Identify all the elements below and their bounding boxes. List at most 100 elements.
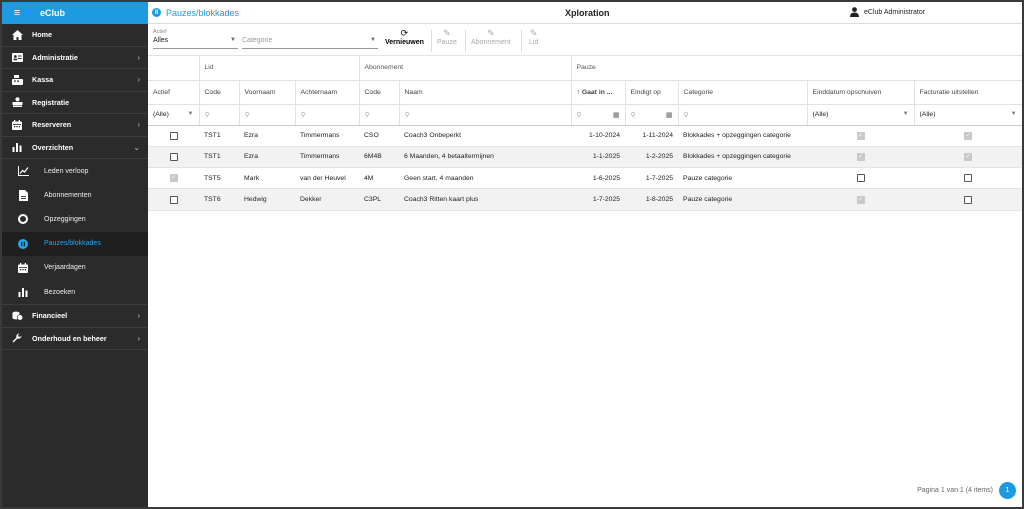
cell-facturatie[interactable] [914,188,1022,211]
submenu-item-verjaardagen[interactable]: Verjaardagen [2,256,148,280]
calendar-icon[interactable]: ▦ [613,111,620,119]
sidebar-item-home[interactable]: Home [2,24,148,47]
cell-facturatie[interactable]: ✓ [914,125,1022,147]
toolbar-divider [431,30,432,52]
col-header-abo-code[interactable]: Code [359,80,400,105]
filter-facturatie-value: (Alle) [919,111,936,118]
calendar-icon [2,262,44,273]
cell-actief[interactable] [148,125,199,147]
cell-naam: Geen start, 4 maanden [399,167,572,190]
filter-facturatie[interactable]: (Alle) ▼ [914,104,1022,126]
table-row[interactable]: TST1 Ezra Timmermans CSO Coach3 Onbeperkt 1-1… [148,125,1022,147]
edit-abonnement-button[interactable]: ✎ Abonnement [471,28,511,46]
pager: Pagina 1 van 1 (4 items) 1 [917,482,1016,499]
chevron-right-icon: › [137,120,140,130]
checkbox[interactable] [169,195,178,204]
filter-naam[interactable]: ⚲ [399,104,572,126]
checkbox[interactable]: ✓ [856,195,865,204]
table-row[interactable]: TST6 Hedwig Dekker C3PL Coach3 Ritten kaart … [148,188,1022,211]
col-header-achternaam[interactable]: Achternaam [295,80,360,105]
cell-actief[interactable] [148,188,199,211]
checkbox[interactable] [964,174,973,183]
submenu-item-bezoeken[interactable]: Bezoeken [2,280,148,304]
cell-voornaam: Ezra [239,125,295,147]
page-button[interactable]: 1 [999,482,1016,499]
sidebar-item-financieel[interactable]: Financieel › [2,305,148,328]
col-header-voornaam[interactable]: Voornaam [239,80,296,105]
table-row[interactable]: ✓ TST5 Mark van der Heuvel 4M Geen start, 4 m… [148,167,1022,190]
breadcrumb[interactable]: II Pauzes/blokkades [148,8,239,18]
cell-einddatum[interactable]: ✓ [807,146,915,169]
hamburger-menu-icon[interactable]: ≡ [2,7,32,19]
col-header-gaat-in[interactable]: ↑ Gaat in ... [571,80,626,105]
categorie-select[interactable]: Categorie ▼ [242,29,378,49]
cell-facturatie[interactable] [914,167,1022,190]
col-header-categorie[interactable]: Categorie [678,80,808,105]
checkbox[interactable] [856,174,865,183]
cell-facturatie[interactable]: ✓ [914,146,1022,169]
cell-actief[interactable]: ✓ [148,167,199,190]
refresh-button[interactable]: ⟳ Vernieuwen [385,28,424,46]
filter-voornaam[interactable]: ⚲ [239,104,296,126]
checkbox[interactable]: ✓ [856,131,865,140]
checkbox[interactable] [169,131,178,140]
edit-pause-button[interactable]: ✎ Pauze [437,28,457,46]
filter-actief[interactable]: (Alle) ▼ [148,104,200,126]
sidebar-item-administratie[interactable]: Administratie › [2,47,148,69]
col-header-naam[interactable]: Naam [399,80,572,105]
filter-eindigt-op[interactable]: ⚲ ▦ [625,104,679,126]
edit-abonnement-label: Abonnement [471,39,511,46]
search-icon: ⚲ [204,111,210,119]
col-header-code[interactable]: Code [199,80,240,105]
actief-select[interactable]: Actief Alles ▼ [153,29,238,49]
filter-achternaam[interactable]: ⚲ [295,104,360,126]
col-header-einddatum[interactable]: Einddatum opschuiven [807,80,915,105]
col-header-eindigt-op[interactable]: Eindigt op [625,80,679,105]
sidebar-item-onderhoud-en-beheer[interactable]: Onderhoud en beheer › [2,328,148,351]
filter-gaat-in[interactable]: ⚲ ▦ [571,104,626,126]
chevron-right-icon: › [137,75,140,85]
submenu-item-pauzes-blokkades[interactable]: Pauzes/blokkades [2,231,148,256]
table-row[interactable]: TST1 Ezra Timmermans 6M4B 6 Maanden, 4 betaa… [148,146,1022,169]
submenu-item-abonnementen[interactable]: Abonnementen [2,183,148,207]
sidebar-item-kassa[interactable]: Kassa › [2,69,148,92]
cell-einddatum[interactable]: ✓ [807,125,915,147]
cell-gaat-in: 1-10-2024 [571,125,626,147]
submenu-item-opzeggingen[interactable]: Opzeggingen [2,207,148,231]
breadcrumb-label: Pauzes/blokkades [166,7,240,18]
filter-categorie[interactable]: ⚲ [678,104,808,126]
submenu-item-leden-verloop[interactable]: Leden verloop [2,159,148,183]
categorie-select-placeholder: Categorie [242,37,273,44]
cell-categorie: Pauze categorie [678,188,808,211]
cell-code: TST5 [199,167,239,190]
col-header-actief[interactable]: Actief [148,80,200,105]
filter-code[interactable]: ⚲ [199,104,240,126]
sidebar-item-label: Kassa [32,75,54,85]
checkbox[interactable]: ✓ [169,174,178,183]
checkbox[interactable] [964,195,973,204]
cell-einddatum[interactable] [807,167,915,190]
sidebar-item-registratie[interactable]: Registratie [2,92,148,114]
refresh-icon: ⟳ [400,28,409,38]
col-header-facturatie[interactable]: Facturatie uitstellen [914,80,1022,105]
sidebar-item-label: Bezoeken [44,288,76,296]
sidebar-item-label: Leden verloop [44,167,89,175]
user-menu[interactable]: eClub Administrator [850,6,925,19]
line-chart-icon [2,166,44,177]
chevron-right-icon: › [137,333,140,343]
sidebar-item-reserveren[interactable]: Reserveren › [2,114,148,137]
checkbox[interactable] [169,152,178,161]
checkbox[interactable]: ✓ [856,152,865,161]
cell-einddatum[interactable]: ✓ [807,188,915,211]
filter-abo-code[interactable]: ⚲ [359,104,400,126]
checkbox[interactable]: ✓ [964,152,973,161]
cell-actief[interactable] [148,146,199,169]
calendar-icon[interactable]: ▦ [666,111,673,119]
sidebar-item-label: Verjaardagen [44,264,86,272]
sidebar-item-overzichten[interactable]: Overzichten ⌄ [2,137,148,159]
checkbox[interactable]: ✓ [964,131,973,140]
edit-lid-button[interactable]: ✎ Lid [529,28,538,46]
actief-select-label: Actief [153,29,167,35]
cell-abo-code: C3PL [359,188,400,211]
filter-einddatum[interactable]: (Alle) ▼ [807,104,915,126]
